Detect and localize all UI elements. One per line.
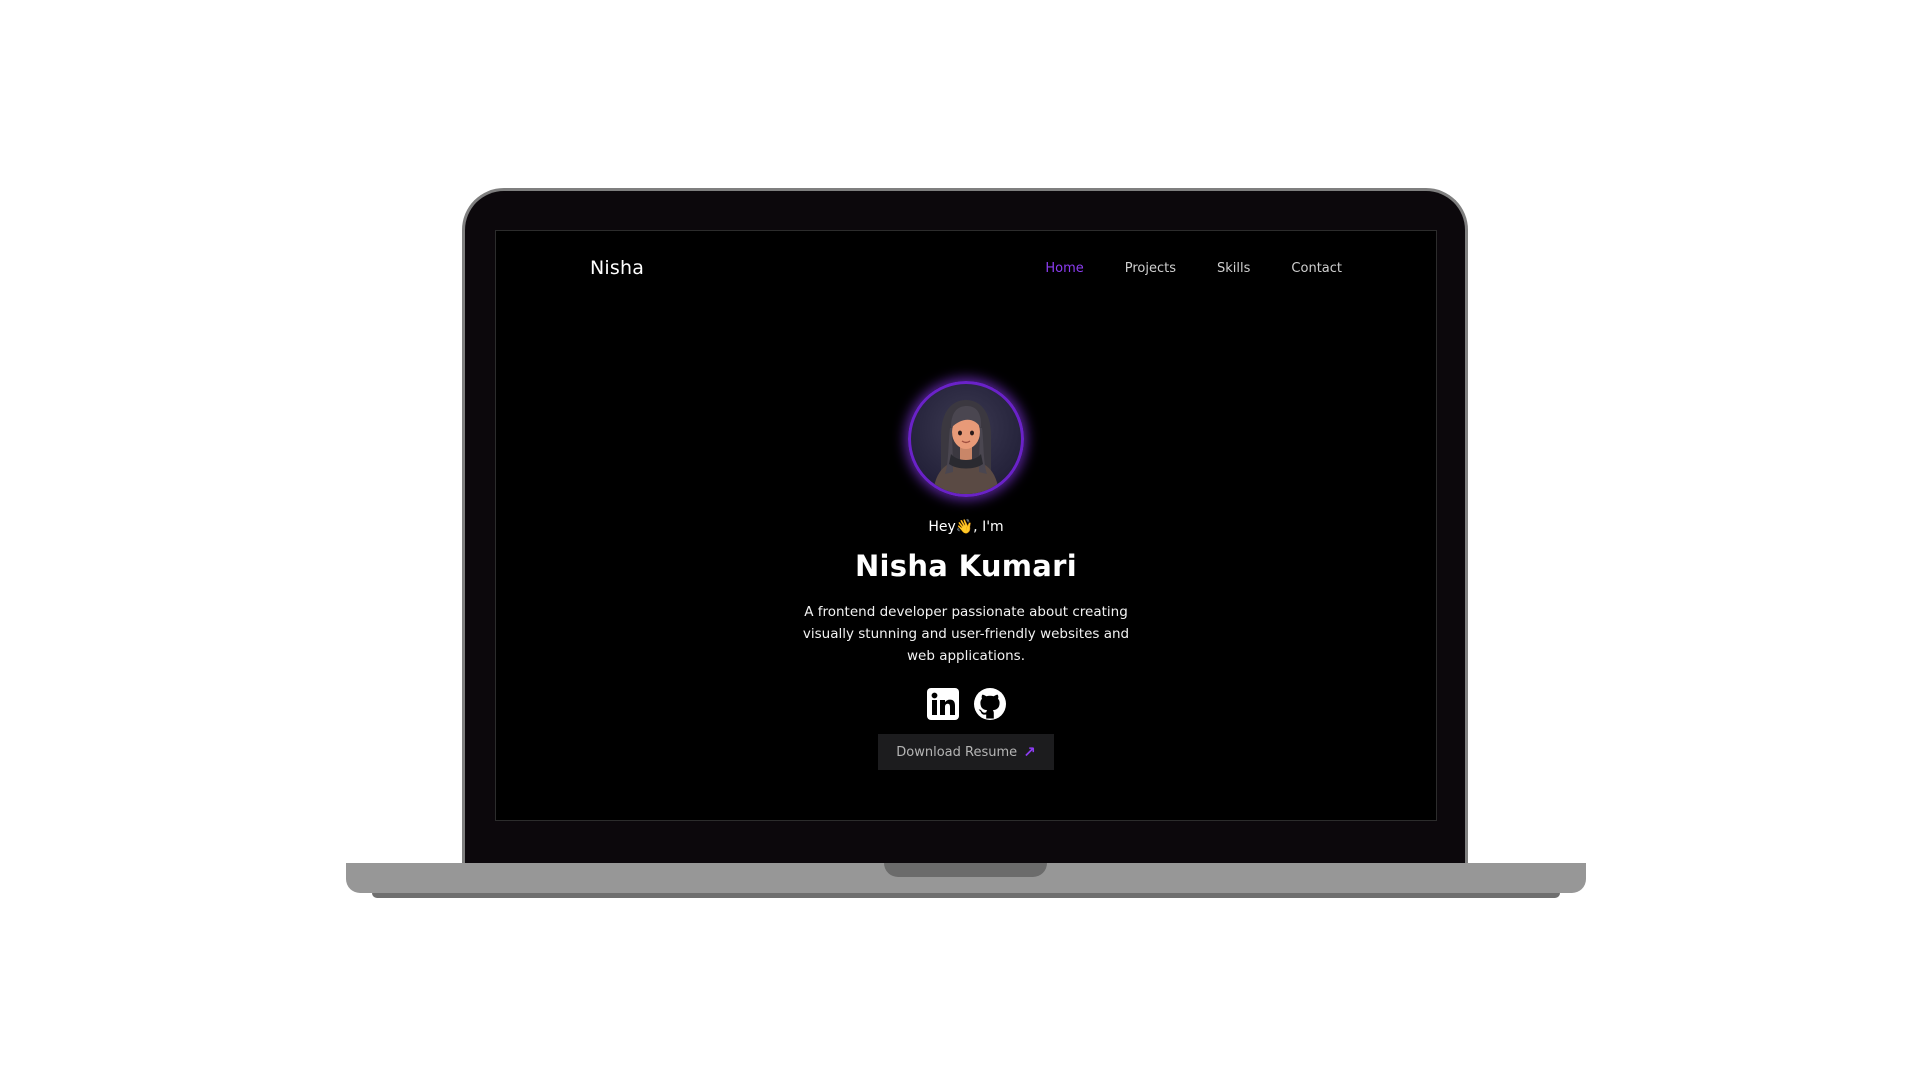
laptop-notch (884, 863, 1047, 877)
linkedin-icon (926, 688, 959, 720)
download-resume-button[interactable]: Download Resume ↗ (878, 734, 1054, 770)
laptop-foot (372, 893, 1560, 898)
brand-logo[interactable]: Nisha (590, 257, 644, 279)
nav-skills[interactable]: Skills (1217, 261, 1250, 276)
nav-projects[interactable]: Projects (1125, 261, 1176, 276)
mockup-stage: Nisha Home Projects Skills Contact Hey👋,… (0, 0, 1920, 1080)
hero-name: Nisha Kumari (854, 549, 1078, 583)
linkedin-link[interactable] (926, 687, 960, 721)
github-icon (973, 688, 1006, 720)
hero-bio: A frontend developer passionate about cr… (802, 604, 1130, 664)
avatar-3d-girl-icon (933, 400, 999, 494)
github-link[interactable] (973, 687, 1007, 721)
laptop-screen: Nisha Home Projects Skills Contact Hey👋,… (495, 230, 1437, 821)
download-resume-label: Download Resume (896, 744, 1018, 760)
arrow-up-right-icon: ↗ (1023, 743, 1036, 761)
main-nav: Home Projects Skills Contact (1045, 261, 1342, 276)
social-links (926, 687, 1007, 721)
nav-home[interactable]: Home (1045, 261, 1083, 276)
greeting-text: Hey👋, I'm (928, 519, 1004, 535)
nav-contact[interactable]: Contact (1291, 261, 1342, 276)
hero-section: Hey👋, I'm Nisha Kumari A frontend develo… (496, 381, 1436, 770)
avatar (908, 381, 1024, 497)
